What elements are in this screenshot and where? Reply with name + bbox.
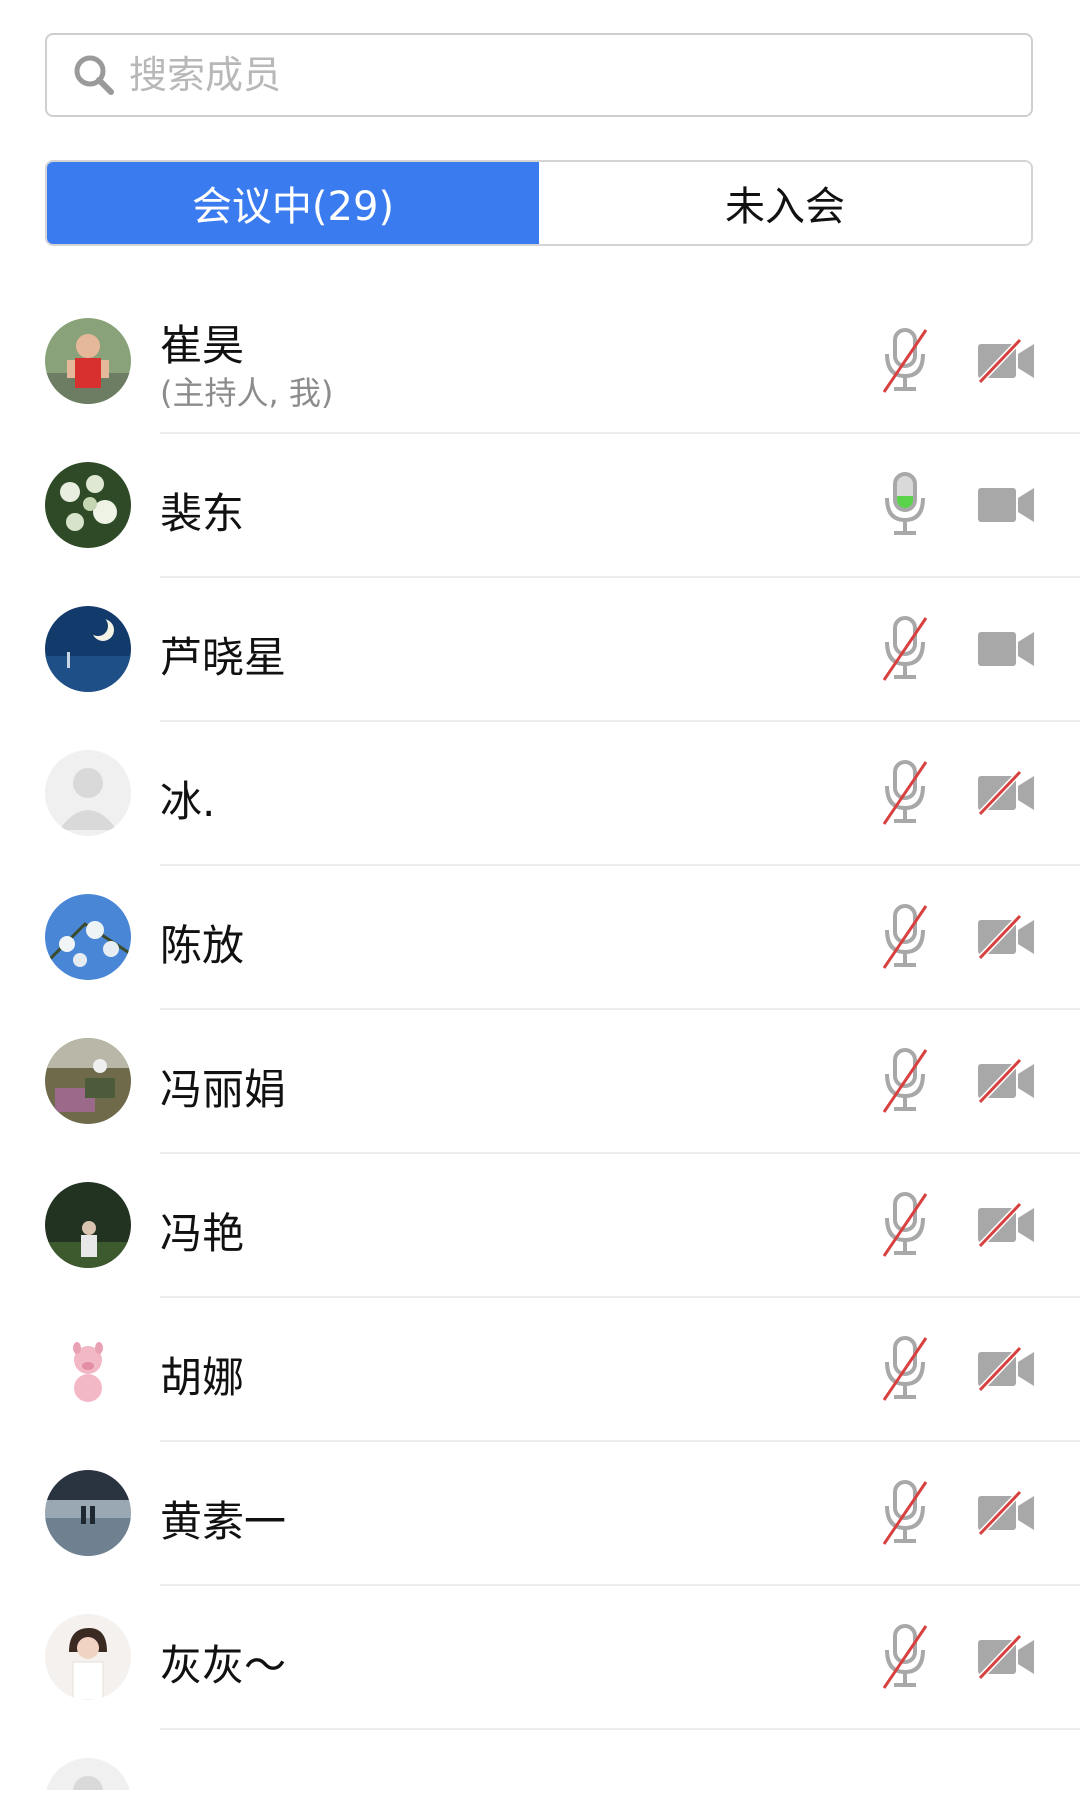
tab-not-joined[interactable]: 未入会 bbox=[539, 162, 1031, 244]
member-list: 崔昊 (主持人, 我) 裴东芦晓星冰. 陈放冯丽娟冯艳胡娜黄素一灰灰～ bbox=[0, 290, 1080, 1790]
member-name: 灰灰～ bbox=[160, 1641, 287, 1690]
avatar bbox=[45, 1470, 131, 1556]
member-name: 崔昊 bbox=[160, 321, 245, 370]
search-input[interactable] bbox=[127, 52, 931, 98]
mic-muted-icon[interactable] bbox=[880, 1046, 930, 1116]
avatar bbox=[45, 1326, 131, 1412]
avatar bbox=[45, 1758, 131, 1790]
avatar bbox=[45, 1038, 131, 1124]
tab-in-meeting[interactable]: 会议中(29) bbox=[47, 162, 539, 244]
camera-off-icon[interactable] bbox=[976, 1633, 1036, 1681]
camera-icon[interactable] bbox=[976, 482, 1036, 528]
avatar bbox=[45, 462, 131, 548]
camera-off-icon[interactable] bbox=[976, 913, 1036, 961]
member-row[interactable]: 芦晓星 bbox=[0, 578, 1080, 722]
search-bar[interactable] bbox=[45, 33, 1033, 117]
member-role: (主持人, 我) bbox=[160, 374, 334, 412]
member-row[interactable]: 崔昊 (主持人, 我) bbox=[0, 290, 1080, 434]
member-row[interactable]: 冯艳 bbox=[0, 1154, 1080, 1298]
member-row[interactable]: 陈放 bbox=[0, 866, 1080, 1010]
avatar bbox=[45, 1614, 131, 1700]
avatar bbox=[45, 750, 131, 836]
search-icon bbox=[74, 55, 114, 95]
member-row[interactable]: 黄素一 bbox=[0, 1442, 1080, 1586]
member-name: 裴东 bbox=[160, 489, 245, 538]
avatar bbox=[45, 318, 131, 404]
member-name: 胡娜 bbox=[160, 1353, 245, 1402]
camera-off-icon[interactable] bbox=[976, 1057, 1036, 1105]
mic-icon[interactable] bbox=[880, 470, 930, 540]
camera-icon[interactable] bbox=[976, 626, 1036, 672]
avatar bbox=[45, 1182, 131, 1268]
camera-off-icon[interactable] bbox=[976, 337, 1036, 385]
mic-muted-icon[interactable] bbox=[880, 758, 930, 828]
camera-off-icon[interactable] bbox=[976, 1345, 1036, 1393]
member-name: 冯丽娟 bbox=[160, 1065, 287, 1114]
camera-off-icon[interactable] bbox=[976, 1201, 1036, 1249]
member-row[interactable]: 冰. bbox=[0, 722, 1080, 866]
avatar bbox=[45, 606, 131, 692]
tab-bar: 会议中(29) 未入会 bbox=[45, 160, 1033, 246]
member-name: 冯艳 bbox=[160, 1209, 245, 1258]
mic-muted-icon[interactable] bbox=[880, 1622, 930, 1692]
mic-muted-icon[interactable] bbox=[880, 902, 930, 972]
member-name: 冰. bbox=[160, 777, 216, 826]
member-name: 黄素一 bbox=[160, 1497, 287, 1546]
member-row[interactable]: 裴东 bbox=[0, 434, 1080, 578]
member-row-partial[interactable] bbox=[0, 1730, 1080, 1790]
mic-muted-icon[interactable] bbox=[880, 326, 930, 396]
camera-off-icon[interactable] bbox=[976, 1489, 1036, 1537]
mic-muted-icon[interactable] bbox=[880, 1478, 930, 1548]
mic-muted-icon[interactable] bbox=[880, 614, 930, 684]
member-row[interactable]: 胡娜 bbox=[0, 1298, 1080, 1442]
mic-muted-icon[interactable] bbox=[880, 1190, 930, 1260]
member-name: 芦晓星 bbox=[160, 633, 287, 682]
mic-muted-icon[interactable] bbox=[880, 1334, 930, 1404]
member-row[interactable]: 灰灰～ bbox=[0, 1586, 1080, 1730]
member-row[interactable]: 冯丽娟 bbox=[0, 1010, 1080, 1154]
camera-off-icon[interactable] bbox=[976, 769, 1036, 817]
member-name: 陈放 bbox=[160, 921, 245, 970]
avatar bbox=[45, 894, 131, 980]
